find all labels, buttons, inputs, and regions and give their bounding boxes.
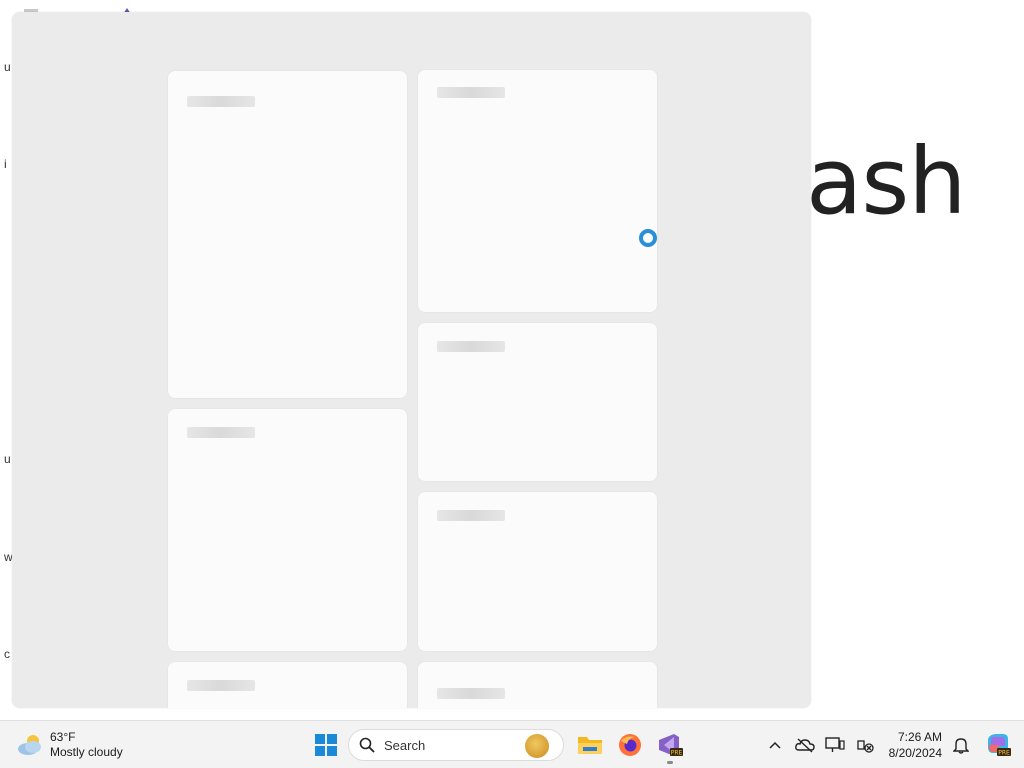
loading-placeholder-bar: [187, 96, 255, 107]
file-explorer-button[interactable]: [570, 725, 610, 765]
bell-icon: [953, 738, 969, 754]
widget-card-loading[interactable]: [418, 70, 657, 312]
copilot-button[interactable]: PRE: [978, 725, 1018, 765]
network-icon: [857, 740, 874, 753]
desktop: ash u i u w c: [0, 0, 1024, 720]
onedrive-offline-icon: [795, 738, 815, 753]
background-document-text: ash: [806, 128, 967, 235]
search-icon: [359, 737, 375, 753]
widget-card-loading[interactable]: [418, 323, 657, 481]
copilot-preview-badge: PRE: [998, 750, 1010, 757]
loading-placeholder-bar: [437, 688, 505, 699]
visual-studio-preview-badge: PRE: [671, 750, 683, 757]
loading-placeholder-bar: [437, 341, 505, 352]
background-edge-letter: i: [4, 157, 7, 171]
widgets-panel[interactable]: [12, 12, 811, 708]
file-explorer-icon: [578, 737, 602, 754]
clock-button[interactable]: 7:26 AM 8/20/2024: [880, 729, 944, 761]
widget-card-loading[interactable]: [168, 662, 407, 708]
visual-studio-preview-icon: PRE: [659, 734, 683, 757]
background-edge-letter: u: [4, 60, 11, 74]
weather-condition: Mostly cloudy: [50, 745, 123, 759]
copilot-icon: PRE: [988, 734, 1011, 757]
firefox-icon: [619, 734, 641, 756]
firefox-button[interactable]: [610, 725, 650, 765]
search-highlight-icon: [525, 734, 549, 758]
display-settings-button[interactable]: [820, 725, 850, 765]
background-edge-letter: c: [4, 647, 10, 661]
widget-card-loading[interactable]: [168, 71, 407, 398]
display-settings-icon: [825, 737, 845, 752]
widget-card-loading[interactable]: [168, 409, 407, 651]
notifications-button[interactable]: [944, 725, 978, 765]
clock-time: 7:26 AM: [897, 730, 942, 744]
chevron-up-icon: [769, 741, 781, 749]
weather-widget-button[interactable]: 63°F Mostly cloudy: [16, 727, 123, 763]
show-hidden-icons-button[interactable]: [760, 725, 790, 765]
search-label: Search: [384, 737, 426, 753]
windows-start-icon: [315, 734, 337, 756]
loading-placeholder-bar: [187, 427, 255, 438]
start-button[interactable]: [306, 725, 346, 765]
loading-placeholder-bar: [437, 87, 505, 98]
visual-studio-preview-button[interactable]: PRE: [650, 725, 690, 765]
widget-card-loading[interactable]: [418, 662, 657, 708]
loading-placeholder-bar: [187, 680, 255, 691]
weather-temperature: 63°F: [50, 730, 76, 744]
partly-cloudy-icon: [18, 735, 41, 755]
loading-placeholder-bar: [437, 510, 505, 521]
taskbar: 63°F Mostly cloudy Search PRE 7:26 AM 8/…: [0, 720, 1024, 768]
widget-card-loading[interactable]: [418, 492, 657, 651]
search-box[interactable]: Search: [348, 729, 564, 761]
onedrive-button[interactable]: [790, 725, 820, 765]
running-indicator: [667, 761, 673, 764]
background-edge-letter: u: [4, 452, 11, 466]
clock-date: 8/20/2024: [888, 746, 942, 760]
loading-spinner-icon: [639, 229, 657, 247]
network-button[interactable]: [850, 725, 880, 765]
